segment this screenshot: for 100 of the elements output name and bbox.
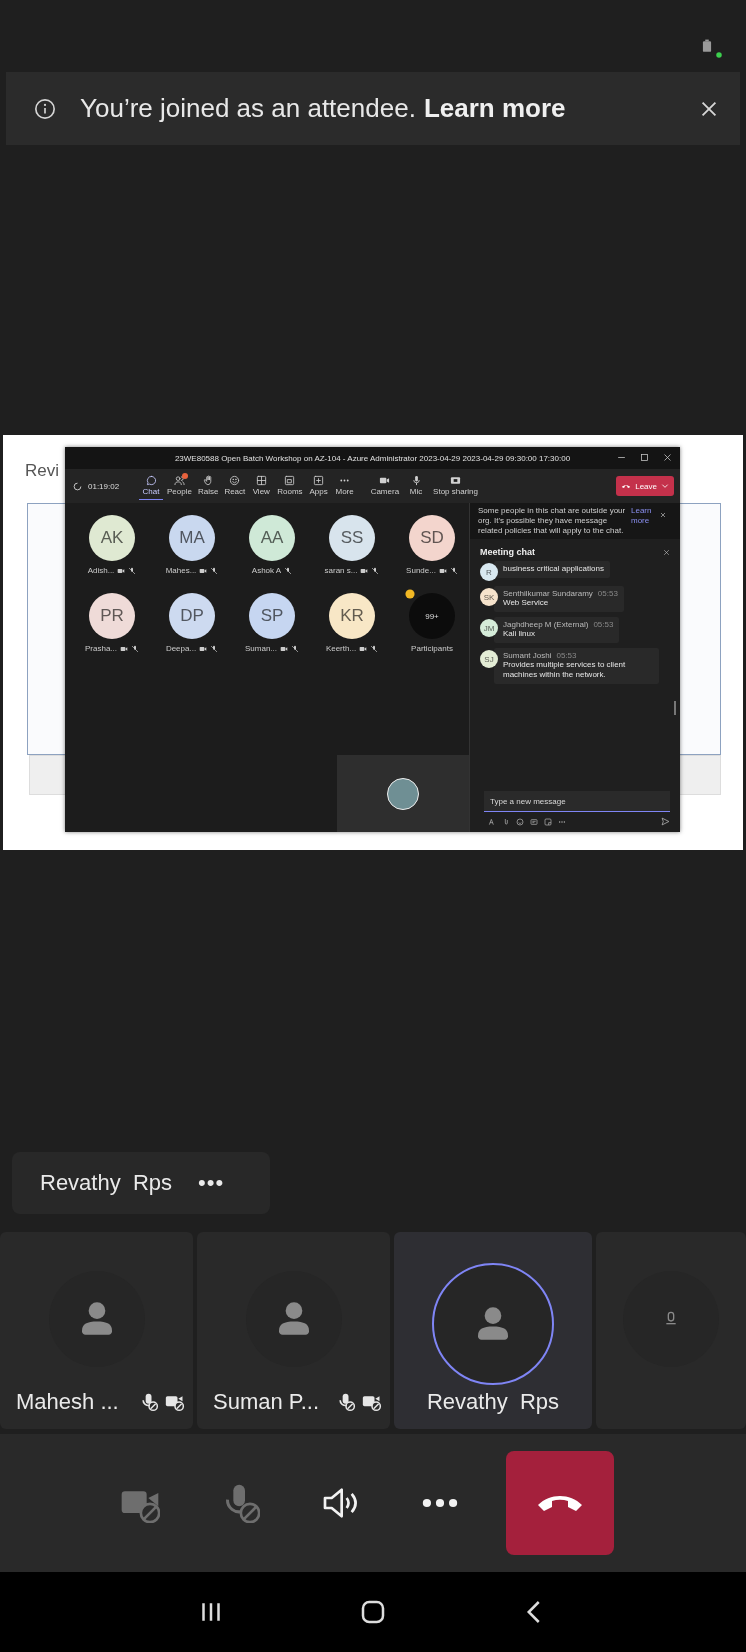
message-input[interactable]: Type a new message [484, 791, 670, 812]
avatar: MA [169, 515, 215, 561]
avatar: AA [249, 515, 295, 561]
avatar: SS [329, 515, 375, 561]
hand-raised-icon [405, 589, 415, 599]
participant-name: Mahes... [165, 566, 197, 575]
participants-label: Participants [411, 644, 453, 653]
avatar: SJ [480, 650, 498, 668]
toolbar-button[interactable]: People [165, 472, 194, 500]
toolbar-button[interactable]: View [249, 472, 274, 500]
participant-name: Deepa... [165, 644, 197, 653]
notice-text: Some people in this chat are outside your org. It's possible they have message related policies that will apply to the chat. [478, 506, 627, 536]
toolbar-button[interactable]: Stop sharing [431, 472, 480, 500]
presenter-chip[interactable]: Revathy Rps ••• [12, 1152, 270, 1214]
scrollbar [674, 701, 676, 715]
maximize-icon[interactable] [640, 453, 649, 462]
chevron-down-icon [661, 482, 669, 490]
sender-name: Jaghdheep M (External) [503, 620, 589, 629]
mic-off-icon [284, 566, 293, 575]
participant-tile[interactable] [596, 1232, 746, 1429]
toolbar-button[interactable]: Chat [139, 472, 163, 500]
rooms-icon [284, 474, 296, 486]
message-text: business critical applications [503, 564, 604, 574]
window-title: 23WE80588 Open Batch Workshop on AZ-104 - Azure Administrator 2023-04-29 2023-04-29 09:30:00 17:30:00 [174, 453, 571, 463]
toolbar-button[interactable]: React [222, 472, 248, 500]
info-icon [34, 97, 56, 120]
more-icon [422, 1498, 458, 1508]
toolbar-button[interactable]: More [332, 472, 357, 500]
banner-message: You’re joined as an attendee. [80, 93, 416, 124]
message-time: 05:53 [593, 620, 614, 629]
message-text: Web Service [503, 598, 550, 608]
people-icon [173, 474, 185, 486]
participant-name: saran s... [324, 566, 358, 575]
sender-name: Sumant Joshi [503, 651, 552, 660]
smiley-icon [229, 474, 241, 486]
mic-icon [410, 474, 422, 486]
participant-name: Prasha... [85, 644, 117, 653]
mic-icon [663, 1310, 679, 1327]
hang-up-icon [538, 1493, 582, 1513]
attach-icon[interactable] [502, 817, 510, 826]
mic-off-icon [210, 566, 219, 575]
mic-off-icon [449, 566, 458, 575]
gif-icon[interactable] [530, 817, 538, 826]
emoji-icon[interactable] [516, 817, 524, 826]
participant-tile[interactable]: Suman P... [197, 1232, 390, 1429]
toolbar-button[interactable]: Camera [368, 472, 402, 500]
sticker-icon[interactable] [544, 817, 552, 826]
more-options[interactable]: ••• [198, 1170, 225, 1196]
sender-name: Senthilkumar Sundaramy [503, 589, 593, 598]
participant-tile[interactable]: Revathy Rps [394, 1232, 592, 1429]
avatar: JM [480, 619, 498, 637]
chat-title: Meeting chat [480, 547, 535, 557]
grid-icon [255, 474, 267, 486]
mic-off-icon [370, 644, 379, 653]
avatar: DP [169, 593, 215, 639]
toolbar-button[interactable]: Raise [195, 472, 221, 500]
mic-off-icon [371, 566, 380, 575]
mic-off-icon [291, 644, 299, 653]
mic-off-icon [128, 566, 137, 575]
participant-name: Ashok A [251, 566, 282, 575]
apps-icon [313, 474, 325, 486]
hand-icon [202, 474, 214, 486]
participant-tile[interactable]: Mahesh ... [0, 1232, 193, 1429]
participant-count: 99+ [409, 593, 455, 639]
participant-name: Suman P... [213, 1389, 319, 1415]
meeting-timer: 01:19:02 [88, 481, 120, 491]
participant-name: Mahesh ... [16, 1389, 119, 1415]
end-call-button[interactable] [506, 1451, 614, 1555]
participant-name: Sunde... [406, 566, 436, 575]
learn-more-link[interactable]: Learn more [423, 93, 566, 124]
participant-name: Revathy Rps [426, 1389, 560, 1415]
toolbar-button[interactable]: Rooms [275, 472, 305, 500]
format-icon[interactable] [488, 817, 496, 826]
slide-heading: Revi [25, 461, 59, 481]
mic-off-icon [210, 644, 219, 653]
avatar: SK [480, 588, 498, 606]
avatar: PR [89, 593, 135, 639]
learn-more-link[interactable]: Learn more [631, 506, 657, 526]
notification-badge-icon [181, 472, 188, 479]
avatar: AK [89, 515, 135, 561]
toolbar-button[interactable]: Mic [404, 472, 429, 500]
mic-off-icon [131, 644, 139, 653]
send-icon[interactable] [661, 817, 670, 826]
close-icon[interactable] [663, 453, 672, 462]
toolbar-button[interactable]: Apps [306, 472, 331, 500]
avatar-circle [387, 777, 419, 810]
message-time: 05:53 [556, 651, 577, 660]
close-icon[interactable] [663, 548, 670, 556]
avatar: KR [329, 593, 375, 639]
participant-name: Suman... [245, 644, 277, 653]
message-text: Provides multiple services to client machines within the network. [503, 660, 627, 680]
participant-name: Keerth... [325, 644, 357, 653]
leave-button[interactable]: Leave [616, 476, 674, 496]
screen-icon [450, 474, 462, 486]
chat-icon [145, 474, 157, 486]
message-time: 05:53 [597, 589, 618, 598]
close-icon[interactable] [660, 512, 666, 518]
presenter-name: Revathy Rps [40, 1170, 173, 1196]
participant-name: Adish... [87, 566, 115, 575]
avatar: SD [409, 515, 455, 561]
